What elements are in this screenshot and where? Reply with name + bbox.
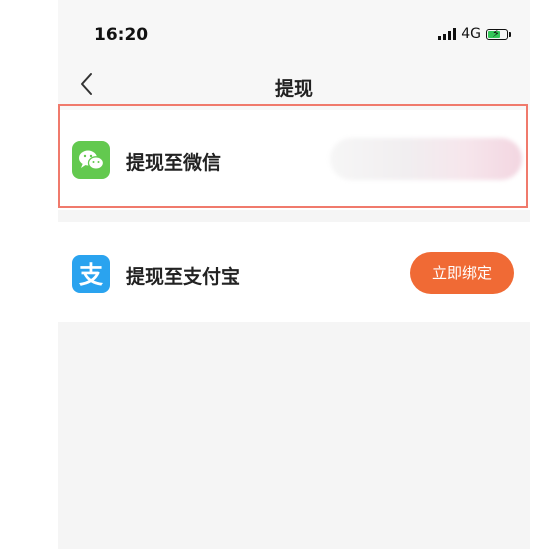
top-area: 16:20 4G ⚡ 提现 <box>58 0 530 110</box>
empty-content-area <box>58 322 530 549</box>
bind-now-button[interactable]: 立即绑定 <box>410 252 514 294</box>
svg-text:支: 支 <box>79 261 104 289</box>
withdraw-screen: 16:20 4G ⚡ 提现 提现至微信 支 提现至支付宝 立即绑定 <box>58 0 530 549</box>
status-indicators: 4G ⚡ <box>438 26 511 42</box>
signal-icon <box>438 28 457 40</box>
wechat-highlight-frame <box>58 104 528 208</box>
alipay-icon: 支 <box>72 255 110 293</box>
page-title: 提现 <box>274 78 313 100</box>
status-time: 16:20 <box>94 25 149 45</box>
withdraw-to-alipay-row[interactable]: 支 提现至支付宝 立即绑定 <box>58 222 530 322</box>
alipay-option-label: 提现至支付宝 <box>126 266 241 288</box>
battery-icon: ⚡ <box>486 27 511 40</box>
network-type: 4G <box>461 26 481 42</box>
